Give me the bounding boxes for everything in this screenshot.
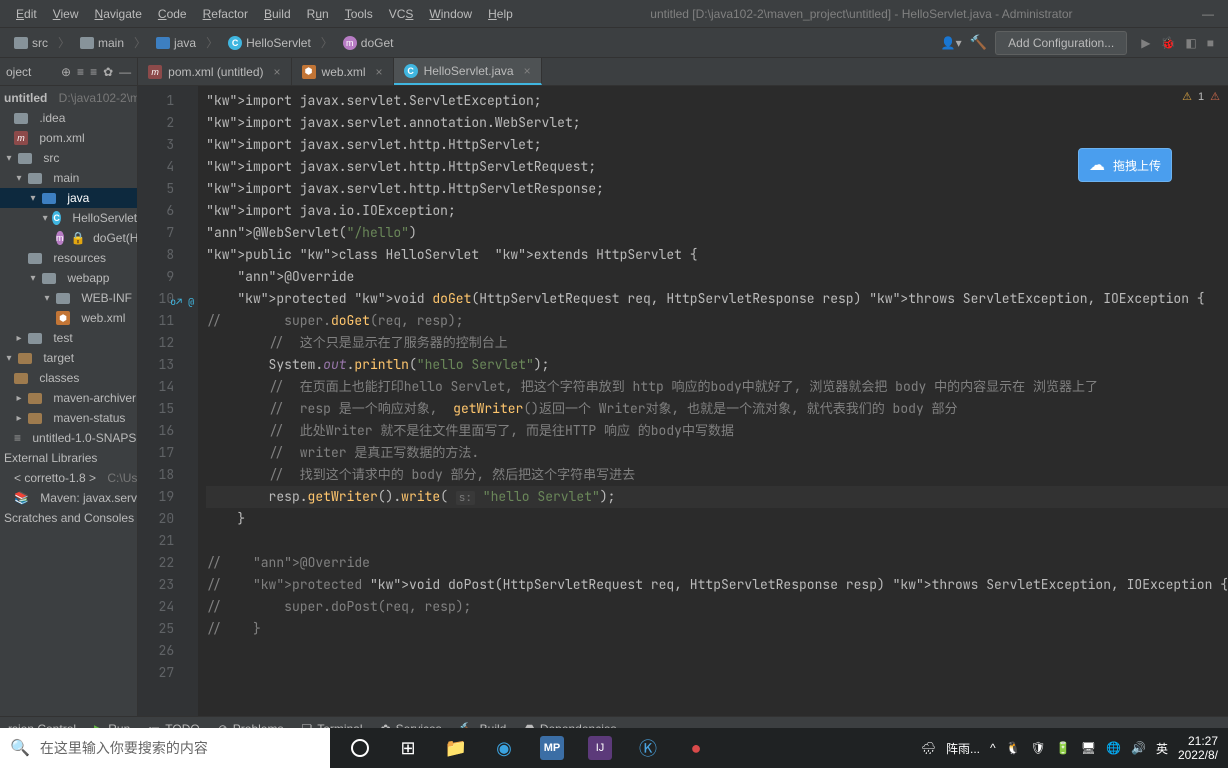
- tree-maven-dep[interactable]: 📚 Maven: javax.servlet:javax.se: [0, 488, 137, 508]
- editor-tabs: mpom.xml (untitled)× ⬢web.xml× CHelloSer…: [138, 58, 1228, 86]
- user-icon[interactable]: 👤▾: [941, 36, 962, 50]
- close-icon[interactable]: ×: [376, 65, 383, 79]
- gutter: 12345678910o↗ @1112131415161718192021222…: [138, 86, 198, 716]
- tree-main[interactable]: ▾ main: [0, 168, 137, 188]
- menu-run[interactable]: Run: [299, 3, 337, 25]
- tray-volume-icon[interactable]: 🔊: [1131, 741, 1146, 755]
- editor-area: mpom.xml (untitled)× ⬢web.xml× CHelloSer…: [138, 58, 1228, 716]
- tree-helloservlet[interactable]: ▾C HelloServlet: [0, 208, 137, 228]
- select-opened-icon[interactable]: ⊕: [61, 65, 71, 79]
- record-icon[interactable]: ●: [684, 736, 708, 760]
- code-editor[interactable]: 12345678910o↗ @1112131415161718192021222…: [138, 86, 1228, 716]
- menu-build[interactable]: Build: [256, 3, 299, 25]
- tree-root[interactable]: untitled D:\java102-2\maven_p: [0, 88, 137, 108]
- tree-snapshot[interactable]: ≡ untitled-1.0-SNAPSHOT.ja: [0, 428, 137, 448]
- coverage-icon[interactable]: ◧: [1185, 36, 1196, 50]
- search-icon: 🔍: [10, 738, 30, 758]
- tree-java[interactable]: ▾ java: [0, 188, 137, 208]
- breadcrumb-src[interactable]: src: [8, 34, 54, 52]
- project-tool-window: oject ⊕ ≡ ≡ ✿ — untitled D:\java102-2\ma…: [0, 58, 138, 716]
- tab-hello[interactable]: CHelloServlet.java×: [394, 58, 542, 85]
- tree-classes[interactable]: classes: [0, 368, 137, 388]
- settings-icon[interactable]: ✿: [103, 65, 113, 79]
- tree-webapp[interactable]: ▾ webapp: [0, 268, 137, 288]
- weather-icon[interactable]: 🌧: [921, 741, 936, 755]
- debug-icon[interactable]: 🐞: [1160, 36, 1175, 50]
- tray-battery-icon[interactable]: 🔋: [1056, 741, 1071, 755]
- menu-view[interactable]: View: [45, 3, 87, 25]
- menubar: Edit View Navigate Code Refactor Build R…: [0, 0, 1228, 28]
- tree-webxml[interactable]: ⬢ web.xml: [0, 308, 137, 328]
- tray-display-icon[interactable]: 🖥: [1081, 741, 1096, 755]
- taskbar-search[interactable]: 🔍 在这里输入你要搜索的内容: [0, 728, 330, 768]
- tree-target[interactable]: ▾ target: [0, 348, 137, 368]
- chevron-up-icon[interactable]: ^: [990, 741, 996, 755]
- explorer-icon[interactable]: 📁: [444, 736, 468, 760]
- close-icon[interactable]: ×: [524, 64, 531, 78]
- tree-maven-status[interactable]: ▸ maven-status: [0, 408, 137, 428]
- tab-pom[interactable]: mpom.xml (untitled)×: [138, 58, 291, 85]
- breadcrumb-class[interactable]: CHelloServlet: [222, 34, 317, 52]
- tray-shield-icon[interactable]: 🛡: [1031, 741, 1046, 755]
- menu-code[interactable]: Code: [150, 3, 195, 25]
- weather-text[interactable]: 阵雨...: [946, 740, 980, 757]
- tree-src[interactable]: ▾ src: [0, 148, 137, 168]
- breadcrumb-java[interactable]: java: [150, 34, 202, 52]
- menu-refactor[interactable]: Refactor: [195, 3, 256, 25]
- windows-taskbar: 🔍 在这里输入你要搜索的内容 ⊞ 📁 ◉ MP IJ Ⓚ ● 🌧 阵雨... ^…: [0, 728, 1228, 768]
- menu-edit[interactable]: Edit: [8, 3, 45, 25]
- cortana-icon[interactable]: [348, 736, 372, 760]
- inspection-widget[interactable]: ⚠1 ⚠: [1182, 90, 1220, 103]
- upload-widget[interactable]: ☁ 拖拽上传: [1078, 148, 1172, 182]
- cloud-icon: ☁: [1089, 155, 1105, 175]
- app-k-icon[interactable]: Ⓚ: [636, 736, 660, 760]
- tray-qq-icon[interactable]: 🐧: [1006, 741, 1021, 755]
- add-configuration-button[interactable]: Add Configuration...: [995, 31, 1127, 55]
- tree-webinf[interactable]: ▾ WEB-INF: [0, 288, 137, 308]
- tree-test[interactable]: ▸ test: [0, 328, 137, 348]
- minimize-icon[interactable]: —: [1202, 7, 1214, 21]
- tree-corretto[interactable]: < corretto-1.8 > C:\Users\A: [0, 468, 137, 488]
- tree-maven-archiver[interactable]: ▸ maven-archiver: [0, 388, 137, 408]
- tree-pom[interactable]: m pom.xml: [0, 128, 137, 148]
- intellij-icon[interactable]: IJ: [588, 736, 612, 760]
- search-placeholder: 在这里输入你要搜索的内容: [40, 738, 208, 758]
- breadcrumb-method[interactable]: mdoGet: [337, 34, 400, 52]
- menu-tools[interactable]: Tools: [337, 3, 381, 25]
- stop-icon[interactable]: ■: [1207, 36, 1214, 50]
- tree-doget[interactable]: m 🔒 doGet(HttpSe: [0, 228, 137, 248]
- menu-vcs[interactable]: VCS: [381, 3, 422, 25]
- collapse-icon[interactable]: ≡: [90, 65, 97, 79]
- tree-resources[interactable]: resources: [0, 248, 137, 268]
- tree-ext-libs[interactable]: External Libraries: [0, 448, 137, 468]
- tree-idea[interactable]: .idea: [0, 108, 137, 128]
- breadcrumb: src 〉 main 〉 java 〉 CHelloServlet 〉 mdoG…: [8, 34, 400, 52]
- build-icon[interactable]: 🔨: [970, 34, 987, 51]
- tab-web[interactable]: ⬢web.xml×: [292, 58, 394, 85]
- tree-scratches[interactable]: Scratches and Consoles: [0, 508, 137, 528]
- code-content[interactable]: "kw">import javax.servlet.ServletExcepti…: [198, 86, 1228, 716]
- upload-label: 拖拽上传: [1113, 157, 1161, 174]
- project-label: oject: [6, 65, 31, 79]
- expand-icon[interactable]: ≡: [77, 65, 84, 79]
- menu-window[interactable]: Window: [421, 3, 480, 25]
- edge-icon[interactable]: ◉: [492, 736, 516, 760]
- error-icon: ⚠: [1210, 90, 1220, 103]
- navigation-toolbar: src 〉 main 〉 java 〉 CHelloServlet 〉 mdoG…: [0, 28, 1228, 58]
- hide-icon[interactable]: —: [119, 65, 131, 79]
- app-mp-icon[interactable]: MP: [540, 736, 564, 760]
- run-icon[interactable]: ▶: [1141, 36, 1150, 50]
- menu-navigate[interactable]: Navigate: [87, 3, 150, 25]
- window-title: untitled [D:\java102-2\maven_project\unt…: [521, 7, 1202, 21]
- taskview-icon[interactable]: ⊞: [396, 736, 420, 760]
- ime-indicator[interactable]: 英: [1156, 740, 1168, 757]
- clock[interactable]: 21:27 2022/8/: [1178, 734, 1218, 763]
- close-icon[interactable]: ×: [274, 65, 281, 79]
- warning-icon: ⚠: [1182, 90, 1192, 103]
- breadcrumb-main[interactable]: main: [74, 34, 130, 52]
- menu-help[interactable]: Help: [480, 3, 521, 25]
- tray-network-icon[interactable]: 🌐: [1106, 741, 1121, 755]
